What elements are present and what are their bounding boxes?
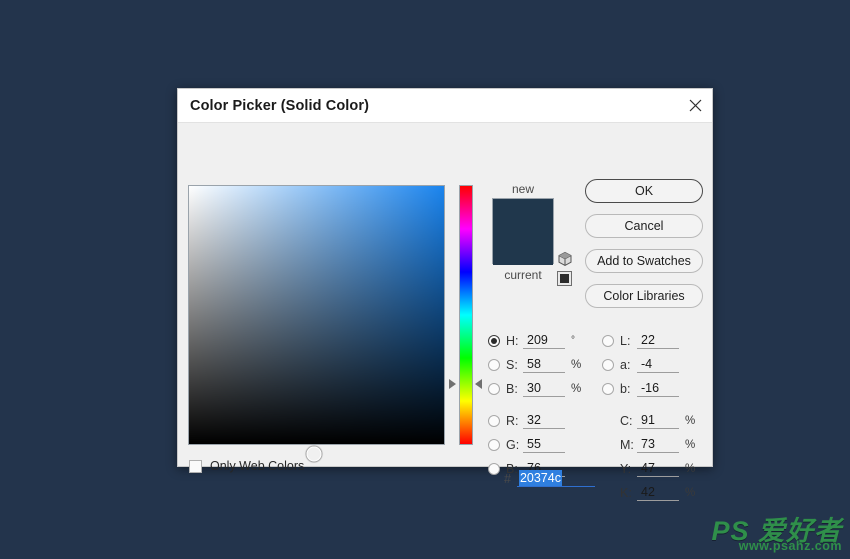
color-libraries-button[interactable]: Color Libraries [585,284,703,308]
field-row-lab-l: L: 22 [602,331,679,350]
unit-saturation: % [571,358,582,371]
field-row-red: R: 32 [488,411,565,430]
unit-cyan: % [685,414,696,427]
input-cyan[interactable]: 91 [637,413,679,429]
warning-icons-group [557,251,575,286]
radio-green[interactable] [488,438,500,451]
hex-input-text: 20374c [518,470,562,486]
field-row-saturation: S: 58 % [488,355,581,374]
color-field-cursor[interactable] [306,446,322,462]
dialog-button-column: OK Cancel Add to Swatches Color Librarie… [585,179,703,319]
field-row-hue: H: 209 ° [488,331,575,350]
hex-input[interactable]: 20374c [516,470,595,487]
dialog-title: Color Picker (Solid Color) [190,97,370,114]
hex-field-row: # 20374c [504,470,595,487]
add-to-swatches-button[interactable]: Add to Swatches [585,249,703,273]
input-saturation[interactable]: 58 [523,357,565,373]
input-hue[interactable]: 209 [523,333,565,349]
field-row-green: G: 55 [488,435,565,454]
label-brightness: B: [506,381,518,396]
checkbox-box[interactable] [189,459,202,473]
input-lab-a[interactable]: -4 [637,357,679,373]
unit-black: % [685,486,696,499]
label-lab-b: b: [620,381,631,396]
dialog-body: new current OK Cancel Add to Swatches Co… [178,123,712,501]
hex-hash-label: # [504,472,511,486]
cube-icon[interactable] [557,251,573,267]
saturation-brightness-field[interactable] [188,185,445,462]
color-preview-box[interactable] [492,198,554,265]
new-color-label: new [511,182,534,196]
dialog-titlebar: Color Picker (Solid Color) [178,89,712,123]
label-lab-l: L: [620,333,631,348]
label-saturation: S: [506,357,518,372]
label-black: K: [620,485,632,500]
field-row-lab-b: b: -16 [602,379,679,398]
radio-red[interactable] [488,414,500,427]
square-icon[interactable] [557,271,572,286]
close-icon[interactable] [678,89,712,123]
input-brightness[interactable]: 30 [523,381,565,397]
ok-button[interactable]: OK [585,179,703,203]
radio-hue[interactable] [488,334,500,347]
cancel-button[interactable]: Cancel [585,214,703,238]
label-cyan: C: [620,413,633,428]
radio-lab-a[interactable] [602,358,614,371]
unit-hue: ° [571,335,575,346]
label-lab-a: a: [620,357,631,372]
field-row-brightness: B: 30 % [488,379,581,398]
radio-saturation[interactable] [488,358,500,371]
unit-magenta: % [685,438,696,451]
field-row-cyan: C: 91 % [602,411,695,430]
field-row-black: K: 42 % [602,483,695,502]
hue-marker-left-icon[interactable] [449,379,456,389]
label-red: R: [506,413,519,428]
input-green[interactable]: 55 [523,437,565,453]
color-picker-dialog: Color Picker (Solid Color) new current O… [177,88,713,501]
hue-marker-right-icon[interactable] [475,379,482,389]
label-magenta: M: [620,437,634,452]
new-color-swatch[interactable] [493,199,553,265]
input-lab-b[interactable]: -16 [637,381,679,397]
input-lab-l[interactable]: 22 [637,333,679,349]
black-gradient-layer [189,186,444,444]
only-web-colors-checkbox[interactable]: Only Web Colors [189,459,304,473]
watermark: PS 爱好者 www.psahz.com [711,518,842,553]
radio-blue[interactable] [488,462,500,475]
radio-brightness[interactable] [488,382,500,395]
current-color-label: current [504,268,542,282]
field-row-magenta: M: 73 % [602,435,695,454]
input-yellow[interactable]: 47 [637,461,679,477]
radio-lab-b[interactable] [602,382,614,395]
hue-slider[interactable] [449,183,482,447]
label-hue: H: [506,333,519,348]
input-red[interactable]: 32 [523,413,565,429]
unit-brightness: % [571,382,582,395]
only-web-colors-label: Only Web Colors [210,459,305,473]
label-yellow: Y: [620,461,632,476]
field-row-lab-a: a: -4 [602,355,679,374]
input-magenta[interactable]: 73 [637,437,679,453]
input-black[interactable]: 42 [637,485,679,501]
radio-lab-l[interactable] [602,334,614,347]
field-row-yellow: Y: 47 % [602,459,695,478]
color-preview-area: new current [482,181,564,283]
hue-gradient-strip[interactable] [459,185,473,445]
label-green: G: [506,437,520,452]
unit-yellow: % [685,462,696,475]
